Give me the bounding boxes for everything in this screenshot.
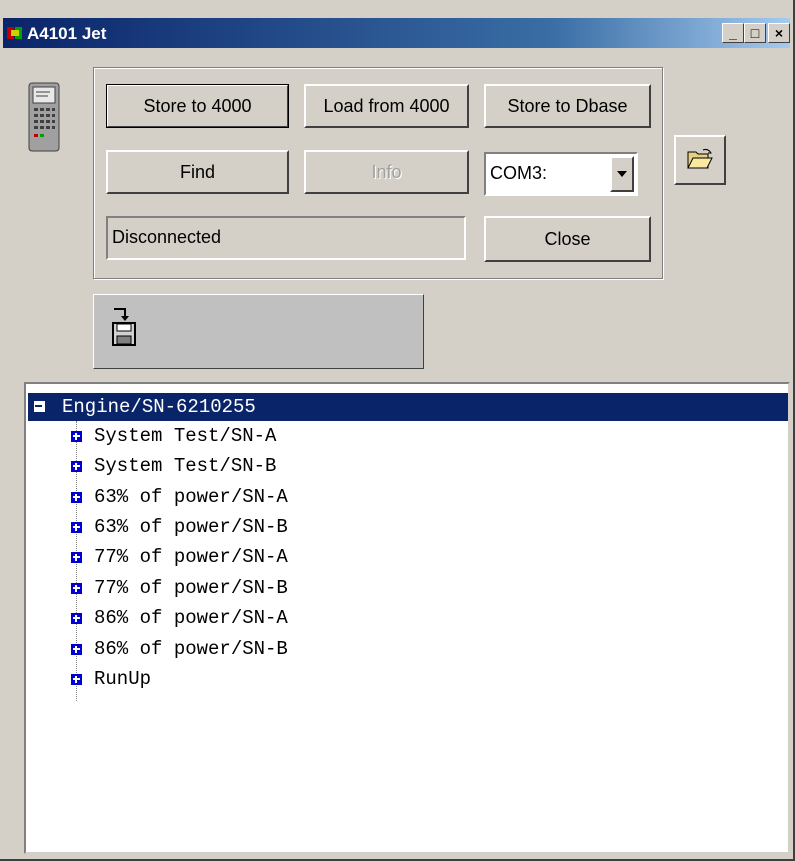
tree-item[interactable]: 86% of power/SN-B [94,635,288,663]
close-button[interactable]: Close [484,216,651,262]
store-to-4000-button[interactable]: Store to 4000 [106,84,289,128]
connection-status: Disconnected [106,216,466,260]
app-window: A4101 Jet _ □ × Store to 4000 Load from … [0,0,795,861]
title-bar[interactable]: A4101 Jet _ □ × [3,18,790,48]
expand-icon[interactable] [71,461,82,472]
open-folder-icon [687,148,713,169]
app-icon [7,27,22,39]
expand-icon[interactable] [71,644,82,655]
expand-icon[interactable] [71,552,82,563]
tree-item[interactable]: 77% of power/SN-A [94,543,288,571]
info-button[interactable]: Info [304,150,469,194]
chevron-down-icon[interactable] [610,156,634,192]
save-to-disk-icon[interactable] [112,307,138,347]
com-port-value: COM3: [490,163,548,183]
com-port-select[interactable]: COM3: [484,152,638,196]
tree-item[interactable]: System Test/SN-A [94,422,276,450]
tree-item[interactable]: RunUp [94,665,151,693]
close-window-button[interactable]: × [768,23,790,43]
save-panel [93,294,424,369]
load-from-4000-button[interactable]: Load from 4000 [304,84,469,128]
expand-icon[interactable] [71,613,82,624]
tree-item[interactable]: 63% of power/SN-A [94,483,288,511]
maximize-button[interactable]: □ [744,23,766,43]
expand-icon[interactable] [71,522,82,533]
store-to-dbase-button[interactable]: Store to Dbase [484,84,651,128]
minimize-button[interactable]: _ [722,23,744,43]
handheld-device-icon [28,82,60,152]
window-title: A4101 Jet [27,24,107,43]
expand-icon[interactable] [71,431,82,442]
tree-item[interactable]: System Test/SN-B [94,452,276,480]
open-folder-button[interactable] [674,135,726,185]
tree-item[interactable]: 86% of power/SN-A [94,604,288,632]
tree-root-label[interactable]: Engine/SN-6210255 [62,393,256,421]
tree-item[interactable]: 77% of power/SN-B [94,574,288,602]
expand-icon[interactable] [71,492,82,503]
session-tree[interactable]: Engine/SN-6210255 System Test/SN-A Syste… [24,382,790,854]
find-button[interactable]: Find [106,150,289,194]
collapse-icon[interactable] [34,401,45,412]
expand-icon[interactable] [71,674,82,685]
expand-icon[interactable] [71,583,82,594]
tree-item[interactable]: 63% of power/SN-B [94,513,288,541]
